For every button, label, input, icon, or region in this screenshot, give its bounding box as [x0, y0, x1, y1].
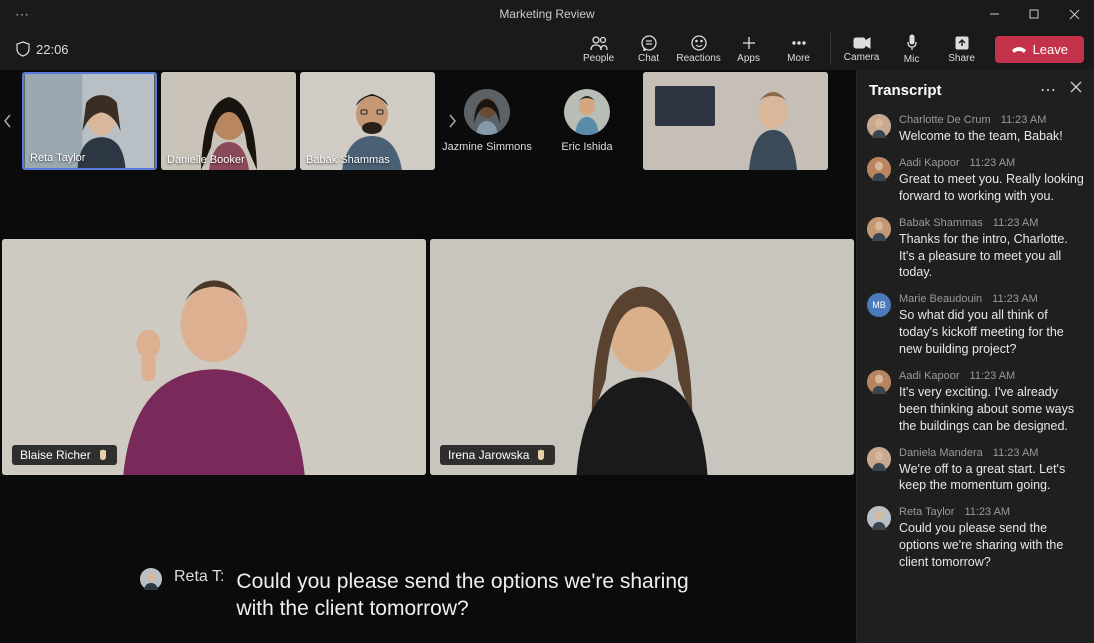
thumbnail-eric-ishida[interactable]: Eric Ishida	[539, 89, 635, 153]
entry-speaker: Reta Taylor	[899, 506, 954, 518]
chat-button[interactable]: Chat	[624, 29, 674, 69]
caption-speaker: Reta T:	[174, 568, 224, 586]
entry-time: 11:23 AM	[970, 370, 1016, 382]
mic-icon	[905, 34, 919, 52]
entry-avatar	[867, 217, 891, 241]
camera-icon	[853, 36, 871, 50]
entry-avatar	[867, 506, 891, 530]
transcript-panel: Transcript ⋯ Charlotte De Crum 11:23 AM We…	[856, 70, 1094, 643]
thumbnails-next[interactable]	[444, 72, 460, 170]
person-photo	[430, 239, 854, 475]
entry-text: It's very exciting. I've already been th…	[899, 384, 1084, 435]
avatar-photo	[564, 89, 610, 135]
reactions-icon	[691, 35, 707, 51]
entry-time: 11:23 AM	[992, 293, 1038, 305]
entry-text: Could you please send the options we're …	[899, 520, 1084, 571]
person-photo	[2, 239, 426, 475]
entry-speaker: Aadi Kapoor	[899, 370, 960, 382]
close-button[interactable]	[1054, 0, 1094, 28]
transcript-entry: Charlotte De Crum 11:23 AM Welcome to the …	[867, 114, 1084, 145]
entry-time: 11:23 AM	[964, 506, 1010, 518]
thumbnail-large[interactable]	[643, 72, 828, 170]
minimize-button[interactable]	[974, 0, 1014, 28]
transcript-entry: Aadi Kapoor 11:23 AM It's very exciting. I…	[867, 370, 1084, 435]
entry-speaker: Babak Shammas	[899, 217, 983, 229]
entry-avatar: MB	[867, 293, 891, 317]
caption-avatar	[140, 568, 162, 590]
entry-text: Thanks for the intro, Charlotte. It's a …	[899, 231, 1084, 282]
plus-icon	[741, 35, 757, 51]
transcript-entry: Reta Taylor 11:23 AM Could you please send…	[867, 506, 1084, 571]
video-tile-irena[interactable]: Irena Jarowska	[430, 239, 854, 475]
hangup-icon	[1011, 44, 1027, 54]
entry-speaker: Daniela Mandera	[899, 447, 983, 459]
entry-text: We're off to a great start. Let's keep t…	[899, 461, 1084, 495]
thumbnails-prev[interactable]	[0, 72, 16, 170]
meeting-timer: 22:06	[16, 41, 69, 57]
entry-speaker: Charlotte De Crum	[899, 114, 991, 126]
transcript-body[interactable]: Charlotte De Crum 11:23 AM Welcome to the …	[857, 110, 1094, 643]
live-caption: Reta T: Could you please send the option…	[0, 553, 856, 643]
entry-text: Welcome to the team, Babak!	[899, 128, 1084, 145]
entry-text: Great to meet you. Really looking forwar…	[899, 171, 1084, 205]
raised-hand-icon	[97, 449, 109, 461]
raised-hand-icon	[535, 449, 547, 461]
maximize-button[interactable]	[1014, 0, 1054, 28]
window-title: Marketing Review	[499, 7, 594, 21]
shield-icon	[16, 41, 30, 57]
video-tile-blaise[interactable]: Blaise Richer	[2, 239, 426, 475]
window-controls	[974, 0, 1094, 28]
people-button[interactable]: People	[574, 29, 624, 69]
transcript-entry: Daniela Mandera 11:23 AM We're off to a gr…	[867, 447, 1084, 495]
entry-avatar	[867, 157, 891, 181]
apps-button[interactable]: Apps	[724, 29, 774, 69]
entry-time: 11:23 AM	[993, 217, 1039, 229]
leave-button[interactable]: Leave	[995, 36, 1084, 63]
entry-time: 11:23 AM	[1001, 114, 1047, 126]
more-button[interactable]: More	[774, 29, 824, 69]
name-tag: Blaise Richer	[12, 445, 117, 465]
person-photo	[643, 72, 828, 170]
entry-time: 11:23 AM	[970, 157, 1016, 169]
transcript-entry: Babak Shammas 11:23 AM Thanks for the intr…	[867, 217, 1084, 282]
video-grid: Blaise Richer Irena Jarowska	[0, 237, 856, 553]
toolbar: 22:06 People Chat Reactions Apps More Ca…	[0, 28, 1094, 70]
transcript-title: Transcript	[869, 82, 942, 99]
share-icon	[954, 35, 970, 51]
transcript-entry: Aadi Kapoor 11:23 AM Great to meet you. Re…	[867, 157, 1084, 205]
transcript-close[interactable]	[1070, 80, 1082, 100]
transcript-entry: MB Marie Beaudouin 11:23 AM So what did you…	[867, 293, 1084, 358]
titlebar: ⋯ Marketing Review	[0, 0, 1094, 28]
entry-speaker: Aadi Kapoor	[899, 157, 960, 169]
mic-button[interactable]: Mic	[887, 29, 937, 69]
stage: Reta Taylor Danielle Booker Babak Shamma…	[0, 70, 856, 643]
more-icon	[791, 35, 807, 51]
camera-button[interactable]: Camera	[837, 29, 887, 69]
thumbnail-babak-shammas[interactable]: Babak Shammas	[300, 72, 435, 170]
entry-time: 11:23 AM	[993, 447, 1039, 459]
menu-dots[interactable]: ⋯	[0, 6, 29, 23]
reactions-button[interactable]: Reactions	[674, 29, 724, 69]
entry-avatar	[867, 370, 891, 394]
entry-avatar	[867, 114, 891, 138]
transcript-more[interactable]: ⋯	[1040, 80, 1056, 100]
share-button[interactable]: Share	[937, 29, 987, 69]
people-icon	[590, 35, 608, 51]
name-tag: Irena Jarowska	[440, 445, 555, 465]
entry-text: So what did you all think of today's kic…	[899, 307, 1084, 358]
avatar-photo	[464, 89, 510, 135]
entry-avatar	[867, 447, 891, 471]
thumbnails-row: Reta Taylor Danielle Booker Babak Shamma…	[0, 70, 856, 172]
entry-speaker: Marie Beaudouin	[899, 293, 982, 305]
thumbnail-reta-taylor[interactable]: Reta Taylor	[22, 72, 157, 170]
chat-icon	[641, 35, 657, 51]
caption-text: Could you please send the options we're …	[236, 568, 716, 623]
thumbnail-danielle-booker[interactable]: Danielle Booker	[161, 72, 296, 170]
